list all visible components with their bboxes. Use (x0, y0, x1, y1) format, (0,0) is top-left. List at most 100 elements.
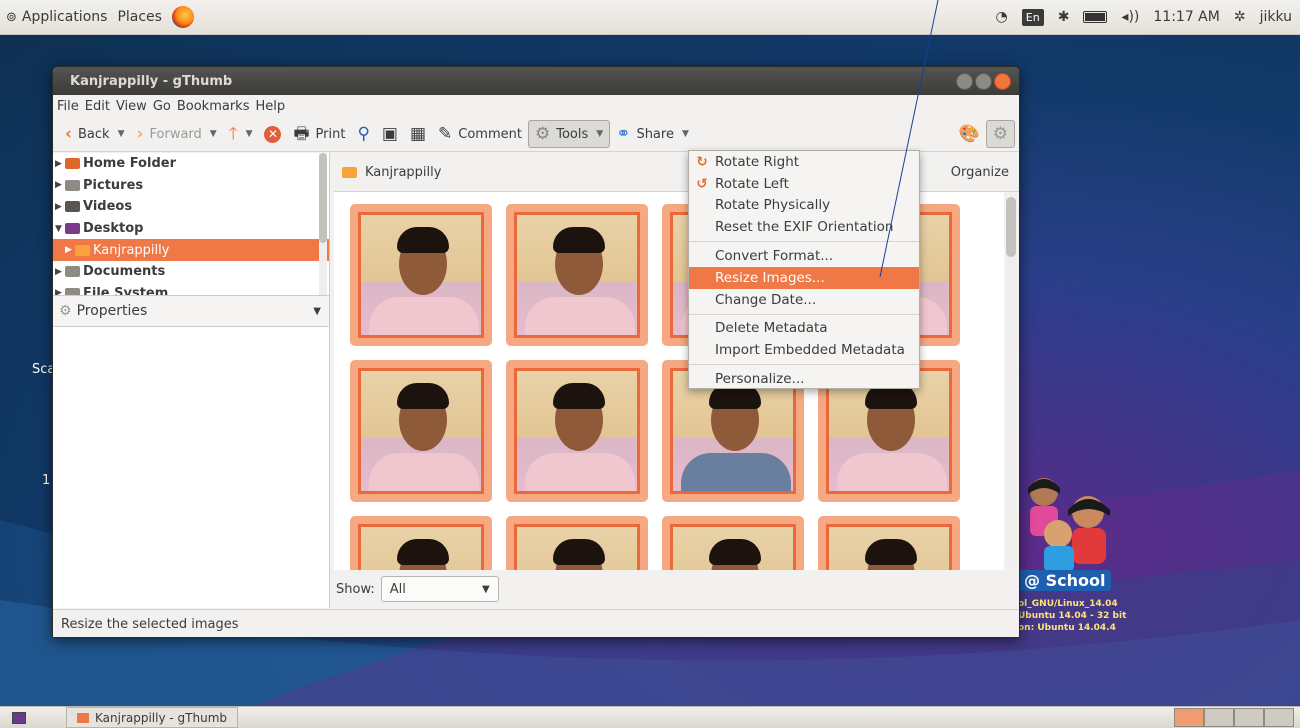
thumbnail[interactable] (350, 516, 492, 570)
expander-icon[interactable]: ▶ (55, 159, 65, 169)
menu-item-personalize[interactable]: Personalize... (689, 368, 919, 390)
tree-item-label: Desktop (83, 221, 144, 237)
expander-icon[interactable]: ▶ (55, 288, 65, 295)
search-button[interactable]: ⚲ (351, 119, 375, 149)
file-system-icon (65, 287, 80, 295)
fullscreen-button[interactable]: ▣ (376, 119, 404, 149)
share-icon: ⚭ (616, 123, 631, 144)
stop-button[interactable]: ✕ (258, 119, 287, 149)
school-info-line: on: Ubuntu 14.04.4 (1018, 623, 1116, 633)
location-breadcrumb[interactable]: Kanjrappilly (342, 165, 441, 180)
close-button[interactable] (994, 72, 1011, 90)
minimize-button[interactable] (956, 72, 973, 90)
workspace-1[interactable] (1174, 708, 1204, 727)
back-button[interactable]: ‹ Back ▼ (59, 119, 131, 149)
share-dropdown-icon: ▼ (681, 129, 689, 139)
print-button[interactable]: 🖶 Print (287, 119, 351, 149)
title-bar[interactable]: Kanjrappilly - gThumb (53, 67, 1019, 95)
maximize-button[interactable] (975, 72, 992, 90)
menu-bookmarks[interactable]: Bookmarks (177, 99, 250, 114)
volume-icon[interactable]: ◂)) (1121, 9, 1139, 25)
ubuntu-logo-icon: ⊚ (6, 9, 17, 25)
tree-scrollbar[interactable] (319, 153, 327, 295)
documents-folder-icon (65, 266, 80, 278)
expander-icon[interactable]: ▶ (55, 180, 65, 190)
show-desktop-icon[interactable] (12, 711, 26, 724)
menu-edit[interactable]: Edit (85, 99, 110, 114)
tree-scroll-thumb[interactable] (319, 153, 327, 243)
photo (826, 524, 952, 570)
thumbnail-scrollbar[interactable] (1006, 197, 1016, 567)
bottom-taskbar: Kanjrappilly - gThumb (0, 706, 1300, 728)
menu-item-change-date[interactable]: Change Date... (689, 289, 919, 311)
thumbnail[interactable] (662, 516, 804, 570)
workspace-2[interactable] (1204, 708, 1234, 727)
workspace-3[interactable] (1234, 708, 1264, 727)
share-button[interactable]: ⚭ Share ▼ (610, 119, 695, 149)
tools-dropdown-icon: ▼ (596, 129, 604, 139)
show-label: Show: (336, 581, 375, 597)
desktop-icon-label[interactable]: 1 (42, 473, 50, 488)
thumbnail[interactable] (818, 516, 960, 570)
organize-button[interactable]: Organize (951, 165, 1009, 180)
user-name[interactable]: jikku (1260, 9, 1292, 25)
places-menu[interactable]: Places (117, 9, 162, 25)
expander-icon[interactable]: ▶ (55, 202, 65, 212)
slideshow-button[interactable]: ▦ (404, 119, 432, 149)
expander-icon[interactable]: ▶ (55, 267, 65, 277)
up-button[interactable]: 🡑 ▼ (223, 119, 259, 149)
menu-item-reset-exif[interactable]: Reset the EXIF Orientation (689, 216, 919, 238)
up-dropdown-icon[interactable]: ▼ (246, 129, 253, 139)
palette-button[interactable]: 🎨 (953, 119, 986, 149)
filter-bar: Show: All ▼ (334, 570, 1019, 608)
menu-item-rotate-right[interactable]: ↻ Rotate Right (689, 151, 919, 173)
taskbar-window-button[interactable]: Kanjrappilly - gThumb (66, 707, 238, 728)
expander-icon[interactable]: ▼ (55, 224, 65, 234)
keyboard-layout-indicator[interactable]: En (1021, 8, 1044, 26)
properties-selector[interactable]: ⚙ Properties ▼ (53, 295, 329, 327)
expander-icon[interactable]: ▶ (65, 245, 75, 255)
forward-dropdown-icon[interactable]: ▼ (210, 129, 217, 139)
menu-go[interactable]: Go (153, 99, 171, 114)
menu-item-convert-format[interactable]: Convert Format... (689, 245, 919, 267)
sidebar: ▶ Home Folder ▶ Pictures ▶ Videos ▼ Desk… (53, 153, 330, 608)
tree-item-documents[interactable]: ▶ Documents (53, 261, 329, 283)
tree-item-videos[interactable]: ▶ Videos (53, 196, 329, 218)
forward-button[interactable]: › Forward ▼ (131, 119, 223, 149)
comment-button[interactable]: ✎ Comment (432, 119, 528, 149)
firefox-icon[interactable] (171, 6, 194, 28)
thumbnail[interactable] (506, 516, 648, 570)
tree-item-kanjrappilly[interactable]: ▶ Kanjrappilly (53, 239, 329, 261)
clock[interactable]: 11:17 AM (1153, 9, 1219, 25)
menu-help[interactable]: Help (255, 99, 285, 114)
tree-item-file-system[interactable]: ▶ File System (53, 283, 329, 295)
tools-button[interactable]: ⚙ Tools ▼ (527, 120, 611, 148)
back-dropdown-icon[interactable]: ▼ (118, 129, 125, 139)
menu-item-rotate-physically[interactable]: Rotate Physically (689, 195, 919, 217)
battery-icon[interactable] (1083, 11, 1108, 23)
preferences-button[interactable]: ⚙ (985, 120, 1015, 148)
workspace-4[interactable] (1264, 708, 1294, 727)
menu-item-import-metadata[interactable]: Import Embedded Metadata (689, 339, 919, 361)
thumbnail[interactable] (350, 204, 492, 346)
thumbnail[interactable] (506, 360, 648, 502)
thumbnail[interactable] (350, 360, 492, 502)
tree-item-desktop[interactable]: ▼ Desktop (53, 218, 329, 240)
bluetooth-icon[interactable]: ✱ (1058, 9, 1070, 25)
menu-file[interactable]: File (57, 99, 79, 114)
menu-view[interactable]: View (116, 99, 147, 114)
tree-item-home[interactable]: ▶ Home Folder (53, 153, 329, 175)
tree-item-pictures[interactable]: ▶ Pictures (53, 175, 329, 197)
settings-gear-icon[interactable]: ✲ (1234, 9, 1246, 25)
tools-menu: ↻ Rotate Right ↺ Rotate Left Rotate Phys… (688, 150, 920, 389)
wifi-icon[interactable]: ◔ (996, 9, 1008, 25)
palette-icon: 🎨 (958, 123, 980, 144)
menu-item-resize-images[interactable]: Resize Images... (689, 266, 919, 289)
menu-item-delete-metadata[interactable]: Delete Metadata (689, 318, 919, 340)
applications-menu[interactable]: ⊚ Applications (6, 9, 107, 25)
thumbnail-scroll-thumb[interactable] (1006, 197, 1016, 257)
show-filter-select[interactable]: All ▼ (380, 576, 499, 602)
properties-gear-icon: ⚙ (59, 303, 72, 319)
menu-item-rotate-left[interactable]: ↺ Rotate Left (689, 173, 919, 195)
thumbnail[interactable] (506, 204, 648, 346)
